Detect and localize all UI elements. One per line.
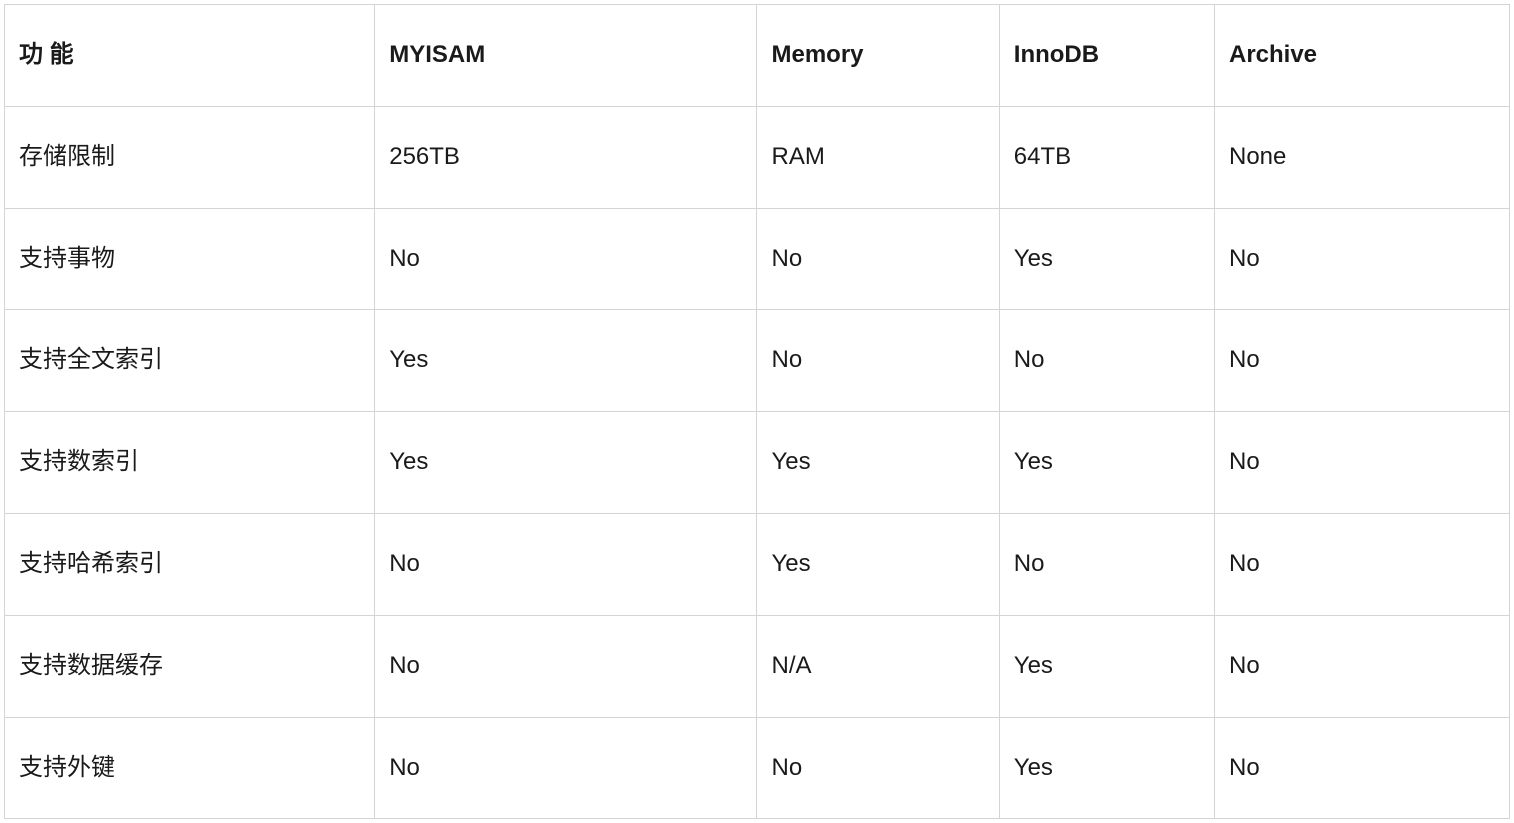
cell-myisam: Yes <box>375 310 757 412</box>
table-row: 支持事物 No No Yes No <box>5 208 1510 310</box>
cell-archive: None <box>1214 106 1509 208</box>
cell-innodb: Yes <box>999 208 1214 310</box>
cell-innodb: No <box>999 310 1214 412</box>
table-row: 支持数据缓存 No N/A Yes No <box>5 615 1510 717</box>
header-feature: 功 能 <box>5 5 375 107</box>
header-memory: Memory <box>757 5 999 107</box>
cell-innodb: Yes <box>999 615 1214 717</box>
cell-innodb: Yes <box>999 717 1214 819</box>
cell-feature: 支持哈希索引 <box>5 513 375 615</box>
cell-archive: No <box>1214 513 1509 615</box>
cell-memory: N/A <box>757 615 999 717</box>
cell-feature: 支持数索引 <box>5 412 375 514</box>
cell-memory: RAM <box>757 106 999 208</box>
cell-archive: No <box>1214 208 1509 310</box>
cell-archive: No <box>1214 615 1509 717</box>
cell-memory: Yes <box>757 513 999 615</box>
cell-innodb: Yes <box>999 412 1214 514</box>
cell-myisam: Yes <box>375 412 757 514</box>
table-row: 存储限制 256TB RAM 64TB None <box>5 106 1510 208</box>
cell-feature: 支持数据缓存 <box>5 615 375 717</box>
storage-engine-comparison-table: 功 能 MYISAM Memory InnoDB Archive 存储限制 25… <box>4 4 1510 819</box>
cell-feature: 支持事物 <box>5 208 375 310</box>
cell-memory: No <box>757 310 999 412</box>
table-row: 支持全文索引 Yes No No No <box>5 310 1510 412</box>
cell-feature: 支持外键 <box>5 717 375 819</box>
header-myisam: MYISAM <box>375 5 757 107</box>
table-row: 支持外键 No No Yes No <box>5 717 1510 819</box>
cell-feature: 存储限制 <box>5 106 375 208</box>
cell-myisam: No <box>375 513 757 615</box>
cell-memory: No <box>757 208 999 310</box>
header-innodb: InnoDB <box>999 5 1214 107</box>
table-header-row: 功 能 MYISAM Memory InnoDB Archive <box>5 5 1510 107</box>
cell-feature: 支持全文索引 <box>5 310 375 412</box>
cell-innodb: 64TB <box>999 106 1214 208</box>
cell-myisam: No <box>375 717 757 819</box>
header-archive: Archive <box>1214 5 1509 107</box>
cell-myisam: No <box>375 615 757 717</box>
table-row: 支持哈希索引 No Yes No No <box>5 513 1510 615</box>
cell-archive: No <box>1214 310 1509 412</box>
cell-memory: No <box>757 717 999 819</box>
cell-myisam: 256TB <box>375 106 757 208</box>
cell-innodb: No <box>999 513 1214 615</box>
cell-myisam: No <box>375 208 757 310</box>
cell-memory: Yes <box>757 412 999 514</box>
cell-archive: No <box>1214 412 1509 514</box>
cell-archive: No <box>1214 717 1509 819</box>
table-row: 支持数索引 Yes Yes Yes No <box>5 412 1510 514</box>
